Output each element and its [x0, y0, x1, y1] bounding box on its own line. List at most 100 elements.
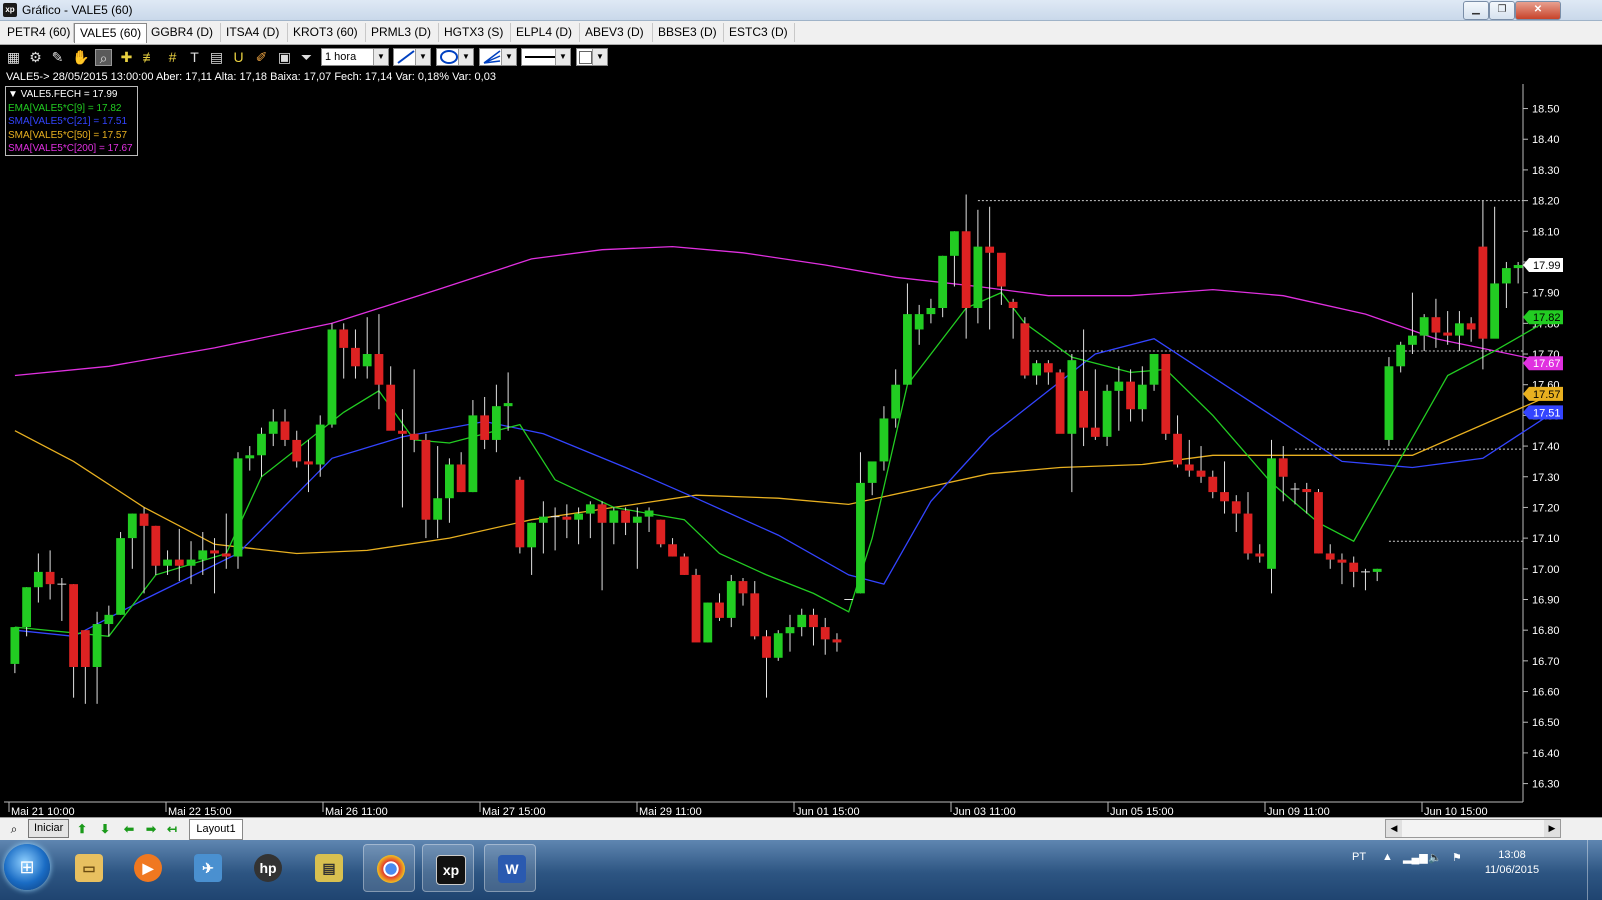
- price-badge-label: 17.82: [1533, 312, 1561, 324]
- candle-down: [292, 439, 302, 462]
- network-signal-icon[interactable]: ▂▄▆: [1403, 851, 1428, 864]
- chevron-down-icon: ▼: [592, 49, 607, 65]
- tab-petr4[interactable]: PETR4 (60): [2, 23, 74, 42]
- chevron-down-icon: ▼: [415, 49, 430, 65]
- sma21-line: [14, 337, 1554, 637]
- tab-elpl4[interactable]: ELPL4 (D): [511, 23, 580, 42]
- candle-down: [1055, 372, 1065, 434]
- arrow-right-icon[interactable]: ➡: [143, 820, 159, 838]
- x-tick-label: Mai 27 15:00: [482, 806, 546, 817]
- tab-vale5[interactable]: VALE5 (60): [74, 23, 147, 43]
- scanner-icon[interactable]: ▤: [302, 844, 354, 892]
- file-explorer-icon[interactable]: ▭: [62, 844, 114, 892]
- close-button[interactable]: ✕: [1515, 1, 1561, 20]
- candle-up: [104, 614, 114, 625]
- scroll-right-icon[interactable]: ▶: [1544, 820, 1560, 837]
- minimize-button[interactable]: ▁: [1463, 1, 1489, 20]
- candle-down: [679, 556, 689, 575]
- candle-up: [867, 461, 877, 483]
- scroll-left-icon[interactable]: ◀: [1386, 820, 1402, 837]
- candle-up: [891, 384, 901, 419]
- xp-icon[interactable]: xp: [422, 844, 474, 892]
- fan-tool-select[interactable]: ▼: [479, 48, 517, 66]
- arrow-down-icon[interactable]: ⬇: [98, 820, 112, 838]
- tab-krot3[interactable]: KROT3 (60): [288, 23, 366, 42]
- word-icon[interactable]: W: [484, 844, 536, 892]
- chevron-down-icon: ▼: [555, 49, 570, 65]
- text-tool-icon[interactable]: T: [186, 49, 203, 66]
- candle-up: [574, 513, 583, 520]
- tab-layout1[interactable]: Layout1: [189, 819, 243, 840]
- filter-icon[interactable]: ⏷: [298, 49, 315, 66]
- tray-expand-icon[interactable]: ▲: [1382, 851, 1393, 863]
- price-chart[interactable]: 16.30 16.40 16.50 16.60 16.70 16.80 16.90 17.00…: [0, 84, 1602, 817]
- candle-up: [198, 550, 208, 560]
- line-style-select[interactable]: ▼: [521, 48, 571, 66]
- color-select[interactable]: ▼: [576, 48, 608, 66]
- draw-trend-icon[interactable]: ✎: [49, 49, 66, 66]
- magnet-icon[interactable]: U: [230, 49, 247, 66]
- maximize-button[interactable]: ❐: [1489, 1, 1515, 20]
- windows-start-button[interactable]: ⊞: [4, 844, 50, 890]
- start-button[interactable]: Iniciar: [28, 819, 70, 838]
- arrow-up-icon[interactable]: ⬆: [75, 820, 89, 838]
- tab-abev3[interactable]: ABEV3 (D): [580, 23, 653, 42]
- grid-lines-icon[interactable]: #: [164, 49, 181, 66]
- candle-down: [961, 231, 971, 308]
- candle-down: [1173, 433, 1182, 465]
- candle-up: [327, 329, 337, 425]
- media-player-icon[interactable]: ▶: [121, 844, 173, 892]
- candle-down: [597, 504, 607, 523]
- tab-estc3[interactable]: ESTC3 (D): [724, 23, 795, 42]
- line-tool-select[interactable]: ▼: [393, 48, 431, 66]
- candle-down: [174, 559, 184, 566]
- candle-down: [139, 513, 149, 526]
- candle-up: [1419, 317, 1429, 336]
- calculator-icon[interactable]: ▤: [208, 49, 225, 66]
- candle-up: [879, 418, 889, 462]
- volume-icon[interactable]: 🔈: [1428, 851, 1442, 864]
- windows-taskbar: ⊞ ▭ ▶ ✈ hp ▤ xp W PT ▲ ▂▄▆ 🔈 ⚑ 13:08 11/…: [0, 840, 1602, 900]
- title-bar: xp Gráfico - VALE5 (60) ▁ ❐ ✕: [0, 0, 1602, 21]
- settings-gear-icon[interactable]: ⚙: [27, 49, 44, 66]
- tab-bbse3[interactable]: BBSE3 (D): [653, 23, 724, 42]
- crosshair-icon[interactable]: ✚: [118, 49, 135, 66]
- ellipse-tool-select[interactable]: ▼: [436, 48, 474, 66]
- candle-down: [1466, 323, 1476, 330]
- period-select[interactable]: 1 hora ▼: [321, 48, 389, 66]
- candle-down: [398, 430, 407, 434]
- tab-itsa4[interactable]: ITSA4 (D): [221, 23, 288, 42]
- windows-flag-icon[interactable]: ⚑: [1452, 851, 1462, 864]
- arrow-back-icon[interactable]: ↤: [165, 820, 179, 838]
- candle-down: [1302, 489, 1312, 493]
- candle-down: [1196, 470, 1206, 477]
- candle-up: [1490, 283, 1500, 339]
- chart-type-icon[interactable]: ▦: [5, 49, 22, 66]
- hp-icon[interactable]: hp: [241, 844, 293, 892]
- tab-hgtx3[interactable]: HGTX3 (S): [439, 23, 511, 42]
- candle-up: [468, 415, 478, 493]
- y-tick-label: 17.30: [1532, 472, 1560, 484]
- y-tick-label: 17.10: [1532, 533, 1560, 545]
- system-clock[interactable]: 13:08 11/06/2015: [1482, 848, 1542, 878]
- messenger-icon[interactable]: ✈: [181, 844, 233, 892]
- horizontal-scrollbar[interactable]: ◀ ▶: [1385, 819, 1561, 838]
- clipboard-icon[interactable]: ▣: [276, 49, 293, 66]
- legend-entry: ▼ VALE5.FECH = 17.99: [8, 89, 118, 100]
- tab-prml3[interactable]: PRML3 (D): [366, 23, 439, 42]
- language-indicator[interactable]: PT: [1352, 851, 1366, 863]
- period-value: 1 hora: [325, 51, 357, 63]
- zoom-search-icon[interactable]: ⌕: [6, 820, 22, 838]
- candle-up: [1102, 390, 1112, 437]
- eraser-icon[interactable]: ✐: [253, 49, 270, 66]
- fibonacci-icon[interactable]: ≢: [141, 49, 158, 66]
- show-desktop-button[interactable]: [1587, 840, 1602, 900]
- candle-down: [339, 329, 349, 348]
- tab-ggbr4[interactable]: GGBR4 (D): [146, 23, 221, 42]
- chrome-icon[interactable]: [363, 844, 415, 892]
- arrow-left-icon[interactable]: ⬅: [121, 820, 137, 838]
- candle-down: [151, 525, 161, 566]
- zoom-icon[interactable]: ⌕: [95, 49, 112, 66]
- legend-entry: SMA[VALE5*C[200] = 17.67: [8, 143, 133, 154]
- hand-pan-icon[interactable]: ✋: [72, 49, 89, 66]
